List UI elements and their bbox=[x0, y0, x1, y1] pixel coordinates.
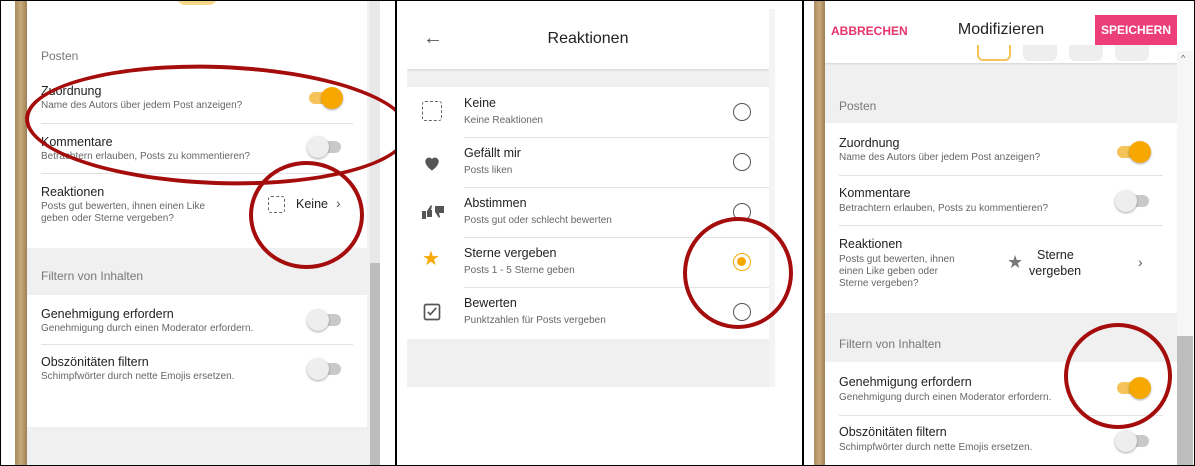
attribution-subtitle: Name des Autors über jedem Post anzeigen… bbox=[41, 100, 243, 111]
chevron-right-icon: › bbox=[336, 195, 341, 211]
option-vote[interactable]: Abstimmen Posts gut oder schlecht bewert… bbox=[407, 187, 769, 237]
divider bbox=[839, 415, 1163, 416]
reactions-row[interactable]: Reaktionen Posts gut bewerten, ihnen ein… bbox=[825, 226, 1177, 310]
radio-button[interactable] bbox=[733, 303, 751, 321]
option-subtitle: Posts liken bbox=[464, 165, 513, 176]
profanity-toggle[interactable] bbox=[307, 358, 343, 380]
comments-subtitle: Betrachtern erlauben, Posts zu kommentie… bbox=[839, 203, 1048, 214]
reactions-value-line1: Sterne bbox=[1037, 248, 1074, 262]
divider bbox=[839, 175, 1163, 176]
section-header-filter: Filtern von Inhalten bbox=[41, 269, 144, 283]
divider bbox=[41, 123, 353, 124]
profanity-title: Obszönitäten filtern bbox=[41, 355, 149, 369]
reactions-value-line2: vergeben bbox=[1029, 264, 1082, 278]
approval-toggle[interactable] bbox=[1115, 377, 1151, 399]
tab-indicator bbox=[177, 1, 217, 5]
posts-card: Posten Zuordnung Name des Autors über je… bbox=[27, 1, 367, 248]
option-stars[interactable]: ★ Sterne vergeben Posts 1 - 5 Sterne geb… bbox=[407, 237, 769, 287]
option-subtitle: Keine Reaktionen bbox=[464, 115, 543, 126]
approval-title: Genehmigung erfordern bbox=[41, 307, 174, 321]
chevron-up-icon[interactable]: ^ bbox=[1181, 53, 1185, 63]
attribution-title: Zuordnung bbox=[41, 84, 102, 98]
option-rate[interactable]: Bewerten Punktzahlen für Posts vergeben bbox=[407, 287, 769, 339]
thumbs-icon bbox=[422, 205, 444, 219]
option-title: Keine bbox=[464, 96, 496, 110]
option-subtitle: Punktzahlen für Posts vergeben bbox=[464, 315, 606, 326]
chevron-right-icon: › bbox=[1138, 254, 1143, 270]
scrollbar-thumb[interactable] bbox=[370, 263, 380, 465]
section-header-filter: Filtern von Inhalten bbox=[839, 337, 942, 351]
approval-subtitle: Genehmigung durch einen Moderator erford… bbox=[41, 323, 254, 334]
option-title: Bewerten bbox=[464, 296, 517, 310]
tab[interactable] bbox=[1115, 45, 1149, 61]
reactions-subtitle-line3: Sterne vergeben? bbox=[839, 278, 919, 289]
page-title: Reaktionen bbox=[547, 30, 629, 47]
reactions-screen: ← Reaktionen Keine Keine Reaktionen Gefä… bbox=[407, 9, 769, 387]
reactions-title: Reaktionen bbox=[839, 237, 903, 251]
tab[interactable] bbox=[1069, 45, 1103, 61]
radio-button[interactable] bbox=[733, 153, 751, 171]
star-icon: ★ bbox=[1007, 252, 1024, 272]
reactions-subtitle-line1: Posts gut bewerten, ihnen bbox=[839, 254, 955, 265]
posts-card: Zuordnung Name des Autors über jedem Pos… bbox=[825, 123, 1177, 313]
radio-button-selected[interactable] bbox=[733, 253, 751, 271]
section-header-posts: Posten bbox=[41, 49, 79, 63]
reactions-subtitle-line1: Posts gut bewerten, ihnen einen Like bbox=[41, 201, 205, 212]
wood-frame bbox=[814, 1, 825, 465]
attribution-toggle[interactable] bbox=[1115, 141, 1151, 163]
comments-toggle[interactable] bbox=[1115, 190, 1151, 212]
approval-title: Genehmigung erfordern bbox=[839, 375, 972, 389]
attribution-subtitle: Name des Autors über jedem Post anzeigen… bbox=[839, 152, 1041, 163]
reactions-title: Reaktionen bbox=[41, 185, 105, 199]
dashed-square-icon bbox=[268, 196, 285, 213]
heart-icon bbox=[425, 157, 439, 171]
save-button[interactable]: SPEICHERN bbox=[1095, 15, 1177, 45]
option-subtitle: Posts 1 - 5 Sterne geben bbox=[464, 265, 575, 276]
modify-screen: ABBRECHEN Modifizieren SPEICHERN Posten … bbox=[825, 1, 1177, 465]
filter-card: Genehmigung erfordern Genehmigung durch … bbox=[825, 362, 1177, 465]
wood-frame bbox=[15, 1, 27, 465]
screenshot-panel-reactions: ← Reaktionen Keine Keine Reaktionen Gefä… bbox=[396, 0, 803, 466]
app-bar: ABBRECHEN Modifizieren SPEICHERN bbox=[825, 1, 1177, 63]
reactions-subtitle-line2: geben oder Sterne vergeben? bbox=[41, 213, 174, 224]
comments-toggle[interactable] bbox=[307, 136, 343, 158]
reactions-value: Keine bbox=[296, 197, 328, 211]
app-bar: ← Reaktionen bbox=[407, 9, 769, 69]
dashed-square-icon bbox=[422, 101, 442, 121]
option-like[interactable]: Gefällt mir Posts liken bbox=[407, 137, 769, 187]
comments-title: Kommentare bbox=[839, 186, 911, 200]
reactions-row[interactable]: Reaktionen Posts gut bewerten, ihnen ein… bbox=[27, 174, 367, 244]
radio-button[interactable] bbox=[733, 103, 751, 121]
tab-active[interactable] bbox=[977, 45, 1011, 61]
option-title: Gefällt mir bbox=[464, 146, 521, 160]
section-header-posts: Posten bbox=[839, 99, 877, 113]
profanity-subtitle: Schimpfwörter durch nette Emojis ersetze… bbox=[41, 371, 235, 382]
screenshot-panel-settings-modified: ABBRECHEN Modifizieren SPEICHERN Posten … bbox=[803, 0, 1195, 466]
attribution-title: Zuordnung bbox=[839, 136, 900, 150]
settings-screen: Posten Zuordnung Name des Autors über je… bbox=[27, 1, 370, 465]
option-none[interactable]: Keine Keine Reaktionen bbox=[407, 87, 769, 137]
screenshot-panel-settings-initial: Posten Zuordnung Name des Autors über je… bbox=[0, 0, 396, 466]
profanity-subtitle: Schimpfwörter durch nette Emojis ersetze… bbox=[839, 442, 1033, 453]
filter-card: Genehmigung erfordern Genehmigung durch … bbox=[27, 295, 367, 427]
radio-button[interactable] bbox=[733, 203, 751, 221]
reactions-subtitle-line2: einen Like geben oder bbox=[839, 266, 938, 277]
reaction-options-list: Keine Keine Reaktionen Gefällt mir Posts… bbox=[407, 87, 769, 339]
star-icon: ★ bbox=[422, 248, 440, 270]
attribution-toggle[interactable] bbox=[307, 87, 343, 109]
check-square-icon bbox=[423, 303, 441, 321]
profanity-title: Obszönitäten filtern bbox=[839, 425, 947, 439]
option-subtitle: Posts gut oder schlecht bewerten bbox=[464, 215, 612, 226]
approval-toggle[interactable] bbox=[307, 309, 343, 331]
comments-subtitle: Betrachtern erlauben, Posts zu kommentie… bbox=[41, 151, 250, 162]
scrollbar-thumb[interactable] bbox=[1177, 336, 1193, 465]
scrollbar-track[interactable] bbox=[769, 9, 775, 387]
tab[interactable] bbox=[1023, 45, 1057, 61]
option-title: Sterne vergeben bbox=[464, 246, 557, 260]
comments-title: Kommentare bbox=[41, 135, 113, 149]
profanity-toggle[interactable] bbox=[1115, 430, 1151, 452]
approval-subtitle: Genehmigung durch einen Moderator erford… bbox=[839, 392, 1052, 403]
divider bbox=[41, 344, 353, 345]
option-title: Abstimmen bbox=[464, 196, 527, 210]
